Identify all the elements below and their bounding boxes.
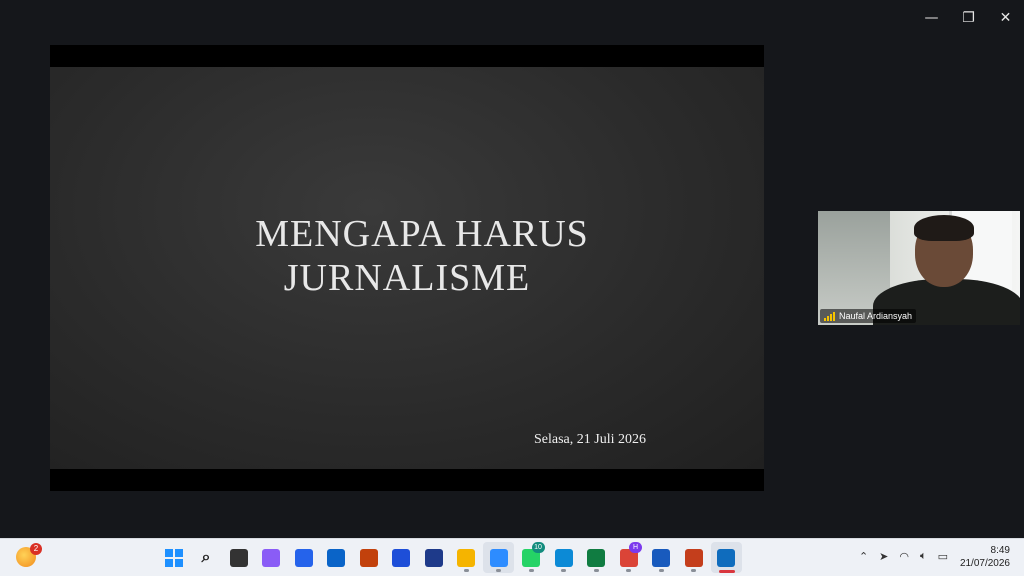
active-indicator (718, 570, 735, 573)
taskbar: 2 ⌕ 10 H ⌃ ➤ ◠ 🔈︎ ▭ 8:49 21/07/2026 (0, 538, 1024, 576)
shared-screen: MENGAPA HARUS JURNALISME Selasa, 21 Juli… (50, 45, 764, 491)
whatsapp-badge: 10 (531, 542, 545, 553)
running-indicator (658, 569, 664, 572)
powerpoint-app[interactable] (678, 542, 709, 573)
search-icon: ⌕ (201, 548, 211, 566)
taskbar-apps: ⌕ 10 H (158, 542, 743, 573)
running-indicator (561, 569, 566, 572)
copilot-app[interactable] (256, 542, 287, 573)
signal-strength-icon (824, 311, 835, 321)
chevron-up-icon[interactable]: ⌃ (859, 550, 868, 563)
running-indicator (691, 569, 696, 572)
presentation-slide: MENGAPA HARUS JURNALISME Selasa, 21 Juli… (50, 67, 764, 469)
restore-icon[interactable]: ❐ (950, 0, 987, 36)
participant-namebar: Naufal Ardiansyah (820, 309, 917, 323)
window-controls: — ❐ ✕ (913, 0, 1024, 36)
powerpoint-icon (684, 548, 703, 567)
snip-icon (717, 548, 735, 567)
edge-app[interactable] (548, 542, 579, 573)
windows-icon (164, 548, 183, 567)
system-tray: ⌃ ➤ ◠ 🔈︎ ▭ (859, 549, 948, 563)
snipping-tool-app[interactable] (710, 542, 742, 573)
excel-app[interactable] (581, 542, 612, 573)
running-indicator (528, 569, 534, 572)
chrome-badge: H (629, 542, 642, 553)
clock-date: 21/07/2026 (959, 558, 1010, 569)
edge-icon (554, 548, 573, 567)
running-indicator (593, 569, 599, 572)
slide-title-line1: MENGAPA HARUS (255, 213, 589, 255)
copilot-icon (262, 548, 280, 567)
zoom-icon (489, 548, 508, 567)
location-icon[interactable]: ➤ (879, 550, 888, 563)
running-indicator (496, 569, 501, 572)
store-icon (294, 548, 313, 567)
outlook-icon (327, 548, 345, 567)
store-app[interactable] (288, 542, 319, 573)
clock[interactable]: 8:49 21/07/2026 (960, 544, 1010, 570)
app-blue[interactable] (386, 542, 417, 573)
task-view-button[interactable] (223, 542, 254, 573)
participant-name: Naufal Ardiansyah (839, 311, 913, 321)
clock-time: 8:49 (990, 545, 1010, 556)
participant-video[interactable]: Naufal Ardiansyah (818, 211, 1020, 325)
search-button[interactable]: ⌕ (191, 542, 222, 573)
chrome-app[interactable]: H (613, 542, 644, 573)
folder-icon (457, 548, 475, 567)
excel-icon (587, 548, 605, 567)
m365-app[interactable] (353, 542, 384, 573)
minimize-icon[interactable]: — (913, 0, 950, 36)
running-indicator (626, 569, 631, 572)
file-explorer-app[interactable] (451, 542, 482, 573)
outlook-app[interactable] (321, 542, 352, 573)
m365-icon (359, 548, 378, 567)
volume-icon[interactable]: 🔈︎ (920, 549, 927, 563)
whatsapp-app[interactable]: 10 (516, 542, 547, 573)
weather-widget[interactable]: 2 (16, 543, 42, 567)
zoom-app[interactable] (483, 542, 514, 573)
slide-title-line2: JURNALISME (283, 257, 531, 299)
word-app[interactable] (646, 542, 677, 573)
running-indicator (463, 569, 469, 572)
wifi-icon[interactable]: ◠ (899, 550, 909, 563)
slide-title: MENGAPA HARUS JURNALISME (50, 212, 764, 300)
battery-icon[interactable]: ▭ (938, 550, 948, 563)
hash-icon (424, 548, 443, 567)
participant-hair (914, 215, 974, 241)
close-icon[interactable]: ✕ (987, 0, 1024, 36)
word-icon (652, 548, 670, 567)
task-view-icon (229, 548, 248, 567)
start-button[interactable] (158, 542, 189, 573)
app-hash[interactable] (418, 542, 449, 573)
weather-badge: 2 (30, 543, 42, 555)
slide-date: Selasa, 21 Juli 2026 (534, 432, 646, 447)
app-icon (392, 548, 410, 567)
